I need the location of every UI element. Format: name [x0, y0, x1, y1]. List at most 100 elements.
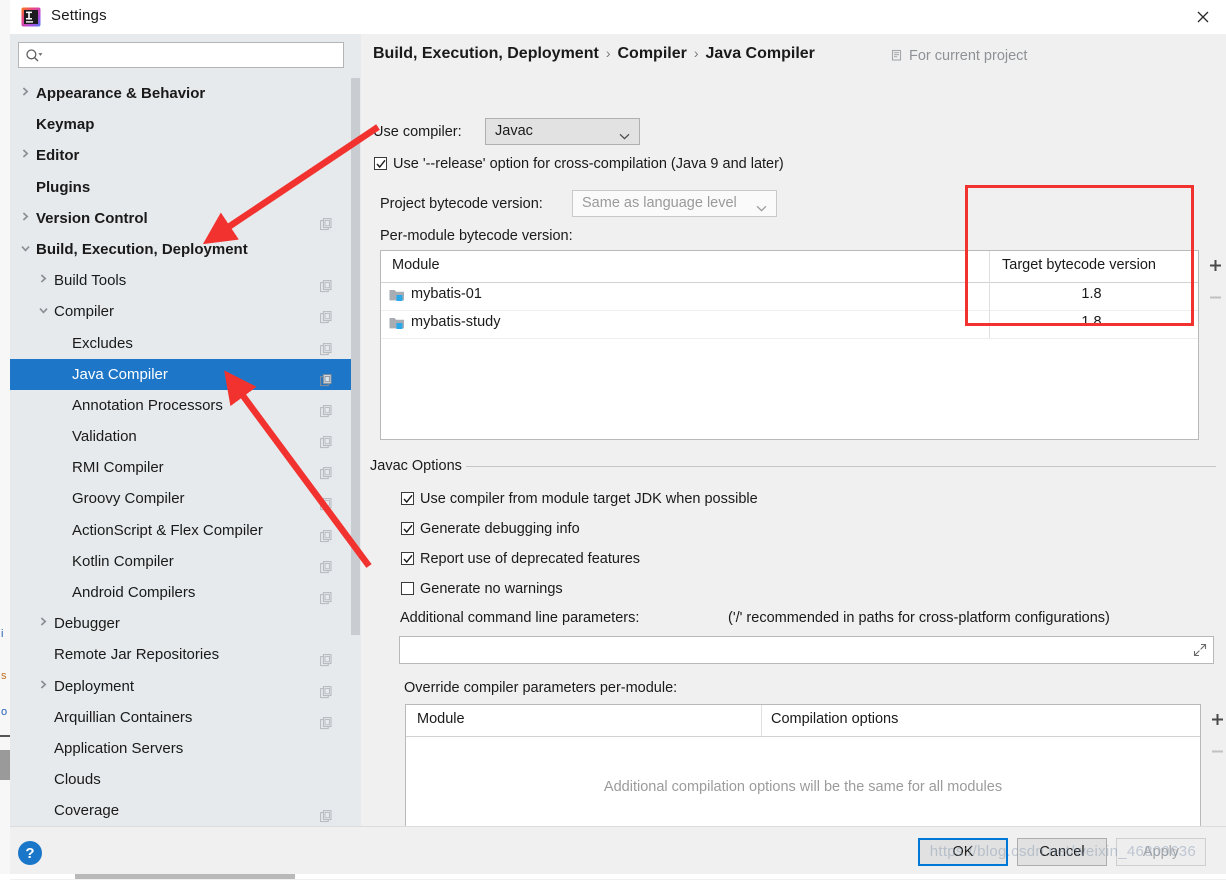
copy-settings-icon[interactable] [320, 399, 333, 417]
sidebar-item-build-execution-deployment[interactable]: Build, Execution, Deployment [10, 234, 351, 265]
additional-params-label: Additional command line parameters: [400, 610, 640, 626]
dialog-footer: ? OK Cancel Apply [10, 826, 1226, 880]
sidebar-item-validation[interactable]: Validation [10, 421, 351, 452]
sidebar-item-actionscript-flex-compiler[interactable]: ActionScript & Flex Compiler [10, 515, 351, 546]
sidebar-item-rmi-compiler[interactable]: RMI Compiler [10, 452, 351, 483]
chevron-right-icon[interactable] [36, 265, 50, 296]
per-module-bytecode-table[interactable]: Module Target bytecode version mybatis-0… [380, 250, 1199, 440]
add-override-button[interactable] [1202, 704, 1226, 734]
chevron-down-icon[interactable] [36, 296, 50, 327]
sidebar-item-label: Version Control [36, 209, 148, 227]
use-compiler-select[interactable]: Javac [485, 118, 640, 145]
sidebar-item-keymap[interactable]: Keymap [10, 109, 351, 140]
sidebar-item-groovy-compiler[interactable]: Groovy Compiler [10, 483, 351, 514]
expand-icon[interactable] [1193, 643, 1207, 661]
copy-settings-icon[interactable] [320, 524, 333, 542]
sidebar-item-label: Appearance & Behavior [36, 85, 206, 102]
javac-checkbox-generate-no-warnings[interactable] [401, 582, 414, 595]
taskbar-edge [0, 874, 1226, 879]
sidebar-item-compiler[interactable]: Compiler [10, 296, 351, 327]
column-header-module[interactable]: Module [392, 257, 440, 273]
chevron-right-icon[interactable] [18, 203, 32, 234]
settings-tree[interactable]: Appearance & Behavior Keymap Editor Plugins… [10, 78, 351, 826]
per-module-bytecode-label: Per-module bytecode version: [380, 228, 573, 244]
sidebar-item-application-servers[interactable]: Application Servers [10, 733, 351, 764]
copy-settings-icon[interactable] [320, 648, 333, 667]
chevron-right-icon[interactable] [18, 140, 32, 171]
table-row[interactable]: mybatis-study 1.8 [381, 310, 1198, 339]
column-header-compilation-options[interactable]: Compilation options [771, 711, 898, 727]
copy-settings-icon[interactable] [320, 711, 333, 729]
sidebar-item-excludes[interactable]: Excludes [10, 328, 351, 359]
sidebar-item-label: Deployment [54, 677, 135, 695]
cancel-button[interactable]: Cancel [1017, 838, 1107, 866]
chevron-right-icon[interactable] [36, 608, 50, 639]
sidebar-item-coverage[interactable]: Coverage [10, 795, 351, 826]
copy-settings-icon[interactable] [320, 305, 333, 324]
breadcrumb-item-0[interactable]: Build, Execution, Deployment [373, 45, 599, 62]
copy-settings-icon[interactable] [320, 337, 333, 355]
add-module-button[interactable] [1200, 250, 1226, 280]
sidebar-item-label: Build Tools [54, 272, 127, 290]
use-release-option-checkbox[interactable] [374, 157, 387, 170]
remove-override-button[interactable] [1202, 736, 1226, 766]
chevron-down-icon [756, 200, 767, 216]
target-bytecode-version[interactable]: 1.8 [989, 314, 1194, 330]
sidebar-item-label: Plugins [36, 178, 91, 196]
copy-settings-icon[interactable] [320, 492, 333, 511]
sidebar-item-deployment[interactable]: Deployment [10, 671, 351, 702]
settings-content-panel: Build, Execution, Deployment › Compiler › Ja… [361, 34, 1226, 835]
target-bytecode-version[interactable]: 1.8 [989, 286, 1194, 302]
copy-settings-icon[interactable] [320, 555, 333, 573]
copy-settings-icon[interactable] [320, 274, 333, 293]
remove-module-button[interactable] [1200, 282, 1226, 312]
search-input[interactable] [47, 46, 341, 68]
sidebar-item-android-compilers[interactable]: Android Compilers [10, 577, 351, 608]
chevron-down-icon[interactable] [18, 234, 32, 265]
copy-settings-icon[interactable] [320, 368, 333, 386]
sidebar-item-editor[interactable]: Editor [10, 140, 351, 171]
table-row[interactable]: mybatis-01 1.8 [381, 282, 1198, 311]
javac-options-group-title: Javac Options [370, 458, 468, 474]
sidebar-item-arquillian-containers[interactable]: Arquillian Containers [10, 702, 351, 733]
sidebar-item-version-control[interactable]: Version Control [10, 203, 351, 234]
close-icon[interactable] [1180, 0, 1226, 34]
copy-settings-icon[interactable] [320, 461, 333, 480]
copy-settings-icon[interactable] [320, 804, 333, 823]
copy-settings-icon[interactable] [320, 586, 333, 605]
copy-settings-icon[interactable] [320, 212, 333, 230]
sidebar-item-build-tools[interactable]: Build Tools [10, 265, 351, 296]
column-divider[interactable] [989, 251, 990, 282]
breadcrumb-item-1[interactable]: Compiler [617, 45, 686, 62]
sidebar-item-debugger[interactable]: Debugger [10, 608, 351, 639]
column-divider[interactable] [761, 705, 762, 736]
chevron-right-icon[interactable] [36, 671, 50, 702]
javac-checkbox-use-compiler-from-module-target-jdk-when-possible[interactable] [401, 492, 414, 505]
javac-checkbox-report-use-of-deprecated-features[interactable] [401, 552, 414, 565]
sidebar-item-label: Debugger [54, 615, 120, 633]
sidebar-scrollbar-thumb[interactable] [351, 78, 360, 635]
sidebar-item-annotation-processors[interactable]: Annotation Processors [10, 390, 351, 421]
javac-checkbox-generate-debugging-info[interactable] [401, 522, 414, 535]
sidebar-item-plugins[interactable]: Plugins [10, 172, 351, 203]
sidebar-item-label: RMI Compiler [72, 459, 164, 477]
additional-command-line-parameters-input[interactable] [399, 636, 1214, 664]
column-header-module[interactable]: Module [417, 711, 465, 727]
copy-settings-icon[interactable] [320, 430, 333, 449]
sidebar-item-appearance-behavior[interactable]: Appearance & Behavior [10, 78, 351, 109]
override-compiler-params-table[interactable]: Module Compilation options Additional co… [405, 704, 1201, 835]
help-button[interactable]: ? [18, 841, 42, 865]
bg-fragment: o [1, 706, 8, 718]
sidebar-item-clouds[interactable]: Clouds [10, 764, 351, 795]
chevron-right-icon[interactable] [18, 78, 32, 109]
sidebar-item-remote-jar-repositories[interactable]: Remote Jar Repositories [10, 639, 351, 670]
project-bytecode-select[interactable]: Same as language level [572, 190, 777, 217]
ok-button[interactable]: OK [918, 838, 1008, 866]
group-divider [466, 466, 1216, 467]
for-current-project-label: For current project [890, 48, 1027, 66]
search-box[interactable] [18, 42, 344, 68]
column-header-target-bytecode-version[interactable]: Target bytecode version [1002, 257, 1156, 273]
copy-settings-icon[interactable] [320, 680, 333, 698]
sidebar-item-kotlin-compiler[interactable]: Kotlin Compiler [10, 546, 351, 577]
sidebar-item-java-compiler[interactable]: Java Compiler [10, 358, 351, 390]
